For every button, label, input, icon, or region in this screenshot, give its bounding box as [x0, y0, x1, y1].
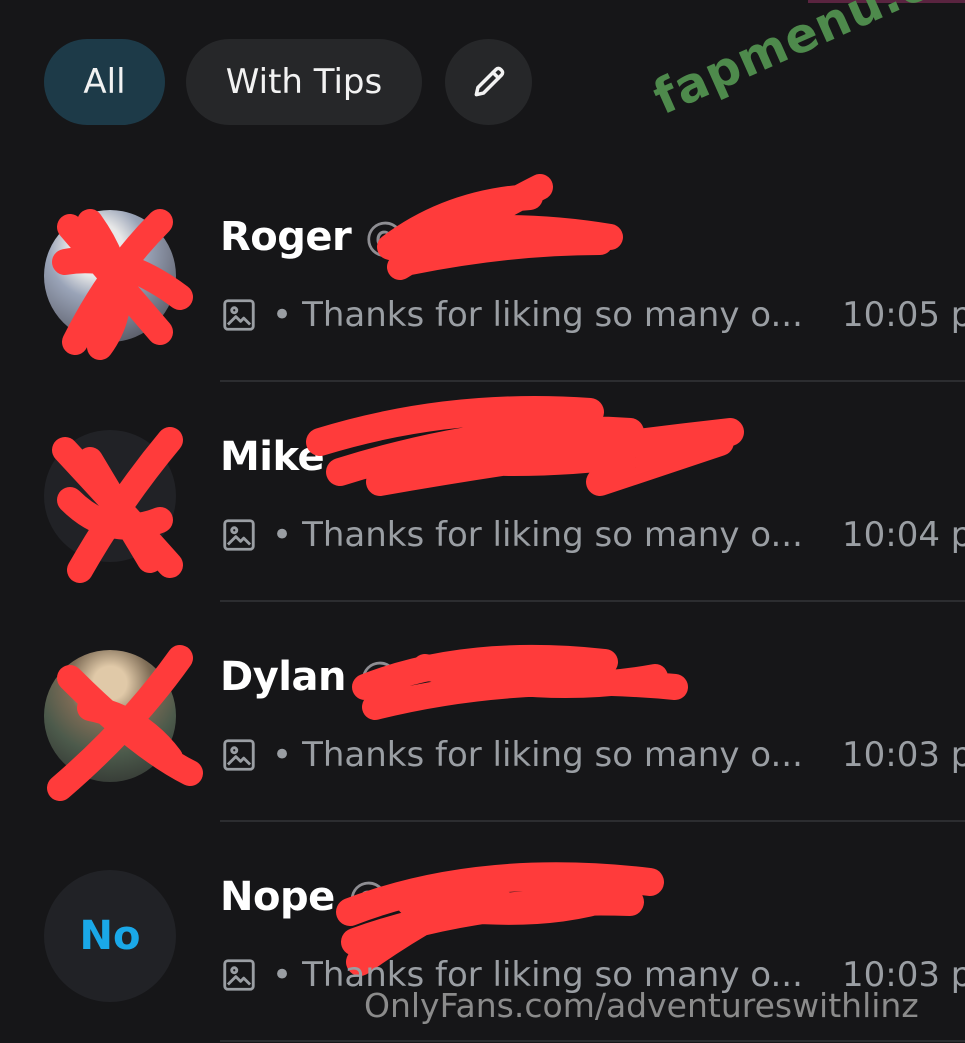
row-divider — [220, 1040, 965, 1042]
preview-separator: • — [272, 735, 293, 775]
edit-filters-button[interactable] — [445, 39, 532, 125]
preview-separator: • — [272, 295, 293, 335]
preview-text: Thanks for liking so many o... — [302, 515, 803, 555]
handle-redaction — [352, 644, 688, 720]
conversation-row[interactable]: Dylan @ • Thanks for liking so many o...… — [0, 602, 965, 822]
pencil-icon — [474, 66, 504, 97]
source-watermark: OnlyFans.com/adventureswithlinz — [364, 986, 919, 1025]
image-icon — [223, 299, 255, 331]
conversation-row[interactable]: Roger @ • Thanks for liking so many o...… — [0, 162, 965, 382]
avatar-initials: No — [79, 913, 141, 959]
message-time: 10:05 p — [842, 295, 965, 335]
filter-with-tips-chip[interactable]: With Tips — [186, 39, 422, 125]
message-preview: • Thanks for liking so many o... — [220, 730, 803, 780]
site-watermark: fapmenu.com — [645, 0, 965, 126]
message-preview: • Thanks for liking so many o... — [220, 510, 803, 560]
filter-with-tips-label: With Tips — [225, 62, 383, 102]
image-icon — [223, 959, 255, 991]
image-icon — [223, 519, 255, 551]
avatar[interactable]: No — [44, 870, 176, 1002]
image-icon — [223, 739, 255, 771]
preview-separator: • — [272, 955, 293, 995]
avatar-redaction — [52, 209, 193, 360]
message-time: 10:04 p — [842, 515, 965, 555]
handle-redaction — [306, 396, 744, 496]
filter-all-chip[interactable]: All — [44, 39, 165, 125]
message-time: 10:03 p — [842, 735, 965, 775]
handle-redaction — [377, 174, 623, 280]
preview-text: Thanks for liking so many o... — [302, 735, 803, 775]
conversation-row[interactable]: Mike • Thanks for liking so many o... 10… — [0, 382, 965, 602]
preview-text: Thanks for liking so many o... — [302, 295, 803, 335]
message-preview: • Thanks for liking so many o... — [220, 290, 803, 340]
preview-separator: • — [272, 515, 293, 555]
avatar-redaction — [47, 645, 203, 801]
avatar-redaction — [52, 427, 183, 583]
filter-all-label: All — [83, 62, 126, 102]
